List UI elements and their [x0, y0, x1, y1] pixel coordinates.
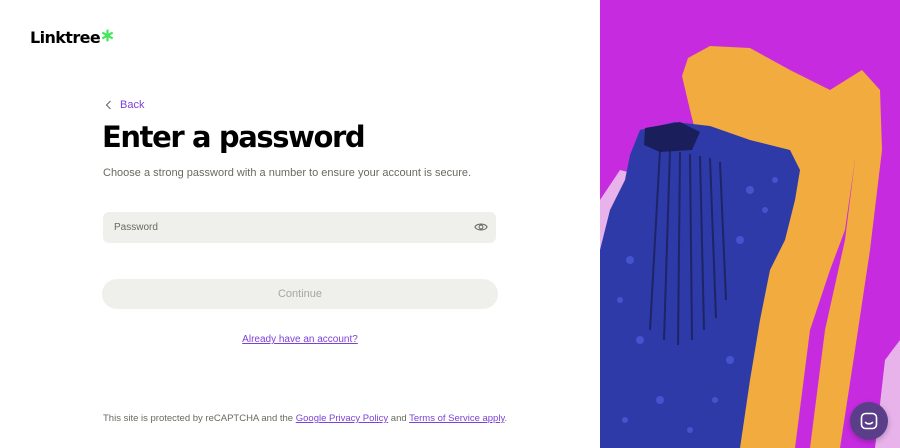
- hero-image: [600, 0, 900, 448]
- signup-panel: Linktree Back Enter a password Choose a …: [0, 0, 600, 448]
- recaptcha-notice: This site is protected by reCAPTCHA and …: [103, 413, 507, 424]
- terms-of-service-link[interactable]: Terms of Service apply: [409, 413, 504, 424]
- recaptcha-prefix: This site is protected by reCAPTCHA and …: [103, 413, 296, 424]
- chat-widget-button[interactable]: [850, 402, 888, 440]
- already-have-account-link[interactable]: Already have an account?: [242, 334, 358, 345]
- login-link-row: Already have an account?: [0, 329, 600, 347]
- hero-illustration: [600, 0, 900, 448]
- logo-text: Linktree: [30, 28, 101, 47]
- chat-icon: [860, 412, 878, 430]
- back-label: Back: [120, 99, 145, 111]
- eye-icon[interactable]: [474, 221, 488, 233]
- recaptcha-suffix: .: [504, 413, 508, 424]
- page-subtitle: Choose a strong password with a number t…: [103, 167, 472, 179]
- recaptcha-and: and: [388, 413, 410, 424]
- continue-button[interactable]: Continue: [102, 279, 498, 309]
- linktree-logo[interactable]: Linktree: [30, 28, 114, 47]
- password-field[interactable]: [103, 212, 496, 243]
- password-input[interactable]: [103, 212, 453, 243]
- page-title: Enter a password: [102, 120, 366, 154]
- chevron-left-icon: [105, 100, 111, 110]
- linktree-asterisk-icon: [101, 29, 114, 42]
- google-privacy-policy-link[interactable]: Google Privacy Policy: [296, 413, 388, 424]
- back-link[interactable]: Back: [102, 98, 144, 112]
